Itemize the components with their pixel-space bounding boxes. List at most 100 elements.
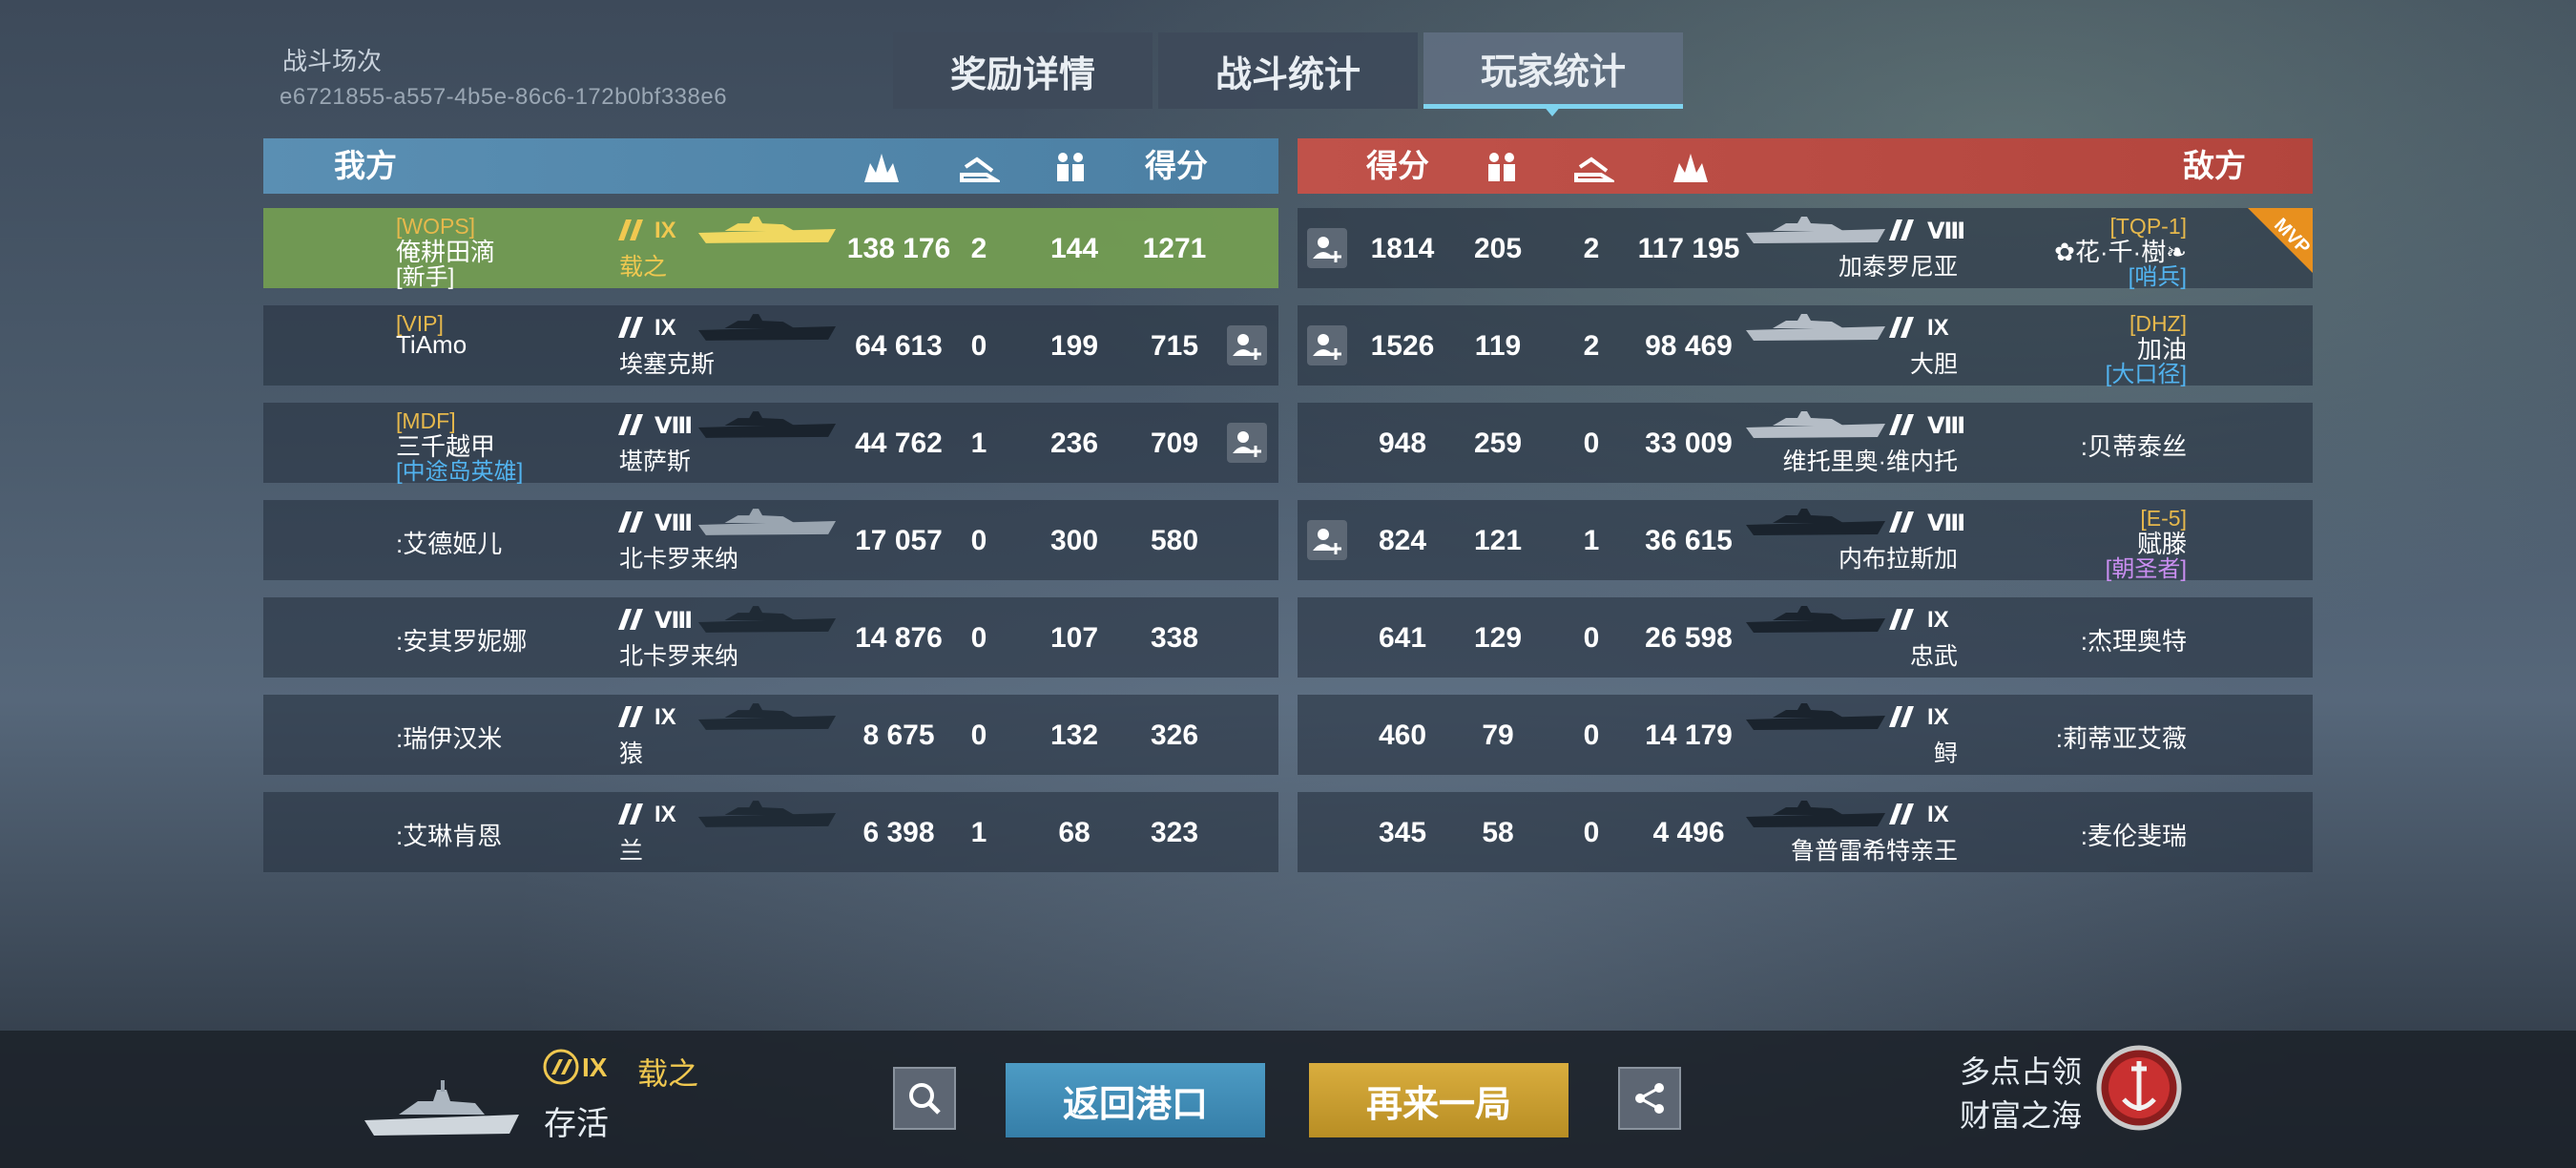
tab-player-stats[interactable]: 玩家统计 (1423, 32, 1683, 109)
ship-tier: IX (1927, 315, 1949, 341)
add-friend-icon (1307, 237, 1347, 272)
score-value: 948 (1378, 428, 1427, 459)
player-title: [中途岛英雄] (396, 459, 524, 485)
damage-icon (864, 154, 899, 182)
ship-silhouette (696, 408, 838, 446)
play-again-button[interactable]: 再来一局 (1309, 1063, 1568, 1137)
kills-value: 0 (1583, 720, 1600, 751)
add-friend-button[interactable] (1227, 325, 1267, 365)
our-team-header: 我方 得分 (263, 138, 1278, 194)
search-button[interactable] (893, 1067, 956, 1130)
player-title: [大口径] (2105, 362, 2187, 387)
player-name: :贝蒂泰丝 (2080, 432, 2187, 461)
ship-name: 大胆 (1909, 351, 1958, 378)
ship-class-icon (616, 702, 651, 736)
battle-label: 战斗场次 (282, 47, 383, 75)
tab-rewards[interactable]: 奖励详情 (893, 32, 1153, 109)
add-friend-icon (1227, 431, 1267, 467)
kills-value: 2 (970, 233, 987, 264)
ship-name: 埃塞克斯 (619, 351, 716, 378)
xp-value: 121 (1473, 525, 1523, 556)
damage-value: 6 398 (862, 817, 935, 848)
enemy-team-title: 敌方 (2183, 148, 2246, 183)
add-friend-icon (1307, 529, 1347, 564)
xp-value: 259 (1473, 428, 1523, 459)
score-value: 1526 (1370, 330, 1435, 362)
score-value: 1814 (1370, 233, 1435, 264)
damage-value: 4 496 (1652, 817, 1725, 848)
again-label: 再来一局 (1365, 1084, 1511, 1125)
damage-value: 8 675 (862, 720, 935, 751)
ship-class-icon (616, 508, 651, 541)
ship-name: 鲁普雷希特亲王 (1790, 838, 1958, 865)
ship-tier: IX (1927, 704, 1949, 730)
our-player-row[interactable]: [WOPS] 俺耕田滴 [新手] IX 载之 138 176 2 144 1271 (263, 208, 1278, 290)
ship-name: 堪萨斯 (619, 448, 692, 475)
add-friend-button[interactable] (1227, 423, 1267, 463)
ship-class-icon (616, 410, 651, 444)
enemy-player-row[interactable]: 1526 119 2 98 469 IX 大胆 [DHZ] 加油 [大口径] (1298, 305, 2313, 387)
score-value: 460 (1378, 720, 1427, 751)
xp-value: 236 (1049, 428, 1099, 459)
enemy-score-header: 得分 (1366, 148, 1429, 183)
player-ship-name: 载之 (637, 1056, 699, 1091)
our-player-row[interactable]: [VIP] TiAmo IX 埃塞克斯 64 613 0 199 715 (263, 305, 1278, 386)
kills-value: 0 (970, 622, 987, 654)
xp-value: 199 (1049, 330, 1099, 362)
tab-battle-stats[interactable]: 战斗统计 (1158, 32, 1418, 109)
player-name: :杰理奥特 (2080, 627, 2187, 656)
ship-class-icon (1887, 702, 1922, 736)
enemy-player-row[interactable]: 824 121 1 36 615 Ⅷ 内布拉斯加 [E-5] 赋滕 [朝圣者] (1298, 500, 2313, 582)
our-player-row[interactable]: :艾琳肯恩 IX 兰 6 398 1 68 323 (263, 792, 1278, 872)
ship-tier: IX (654, 218, 676, 243)
ship-silhouette (1744, 311, 1887, 348)
xp-value: 58 (1482, 817, 1514, 848)
enemy-player-row[interactable]: 1814 205 2 117 195 Ⅷ 加泰罗尼亚 [TQP-1] ✿花·千·樹… (1298, 208, 2313, 290)
enemy-player-row[interactable]: 641 129 0 26 598 IX 忠武 :杰理奥特 (1298, 597, 2313, 678)
enemy-player-row[interactable]: 345 58 0 4 496 IX 鲁普雷希特亲王 :麦伦斐瑞 (1298, 792, 2313, 872)
xp-value: 129 (1473, 622, 1523, 654)
our-score-header: 得分 (1145, 148, 1208, 183)
active-tab-caret (1543, 105, 1562, 116)
player-name: :艾德姬儿 (396, 530, 503, 558)
player-title: [哨兵] (2128, 264, 2187, 290)
return-to-port-button[interactable]: 返回港口 (1006, 1063, 1265, 1137)
ship-class-icon (1887, 800, 1922, 833)
score-value: 326 (1150, 720, 1199, 751)
score-value: 641 (1378, 622, 1427, 654)
our-player-row[interactable]: :安其罗妮娜 Ⅷ 北卡罗来纳 14 876 0 107 338 (263, 597, 1278, 678)
add-friend-button[interactable] (1307, 325, 1347, 365)
kills-value: 0 (1583, 622, 1600, 654)
add-friend-button[interactable] (1307, 520, 1347, 560)
ship-class-icon (616, 605, 651, 638)
kills-icon (1574, 156, 1614, 182)
mode-name: 多点占领 (1960, 1054, 2083, 1089)
damage-value: 98 469 (1645, 330, 1733, 362)
share-button[interactable] (1618, 1067, 1681, 1130)
damage-value: 117 195 (1637, 233, 1740, 264)
ship-silhouette (696, 603, 838, 640)
ship-silhouette (1744, 506, 1887, 543)
xp-value: 119 (1474, 330, 1522, 362)
ship-tier: IX (1927, 607, 1949, 633)
kills-value: 0 (1583, 428, 1600, 459)
ship-tier: Ⅷ (654, 511, 694, 536)
our-player-row[interactable]: :瑞伊汉米 IX 猿 8 675 0 132 326 (263, 695, 1278, 775)
ship-class-icon (1887, 313, 1922, 346)
ship-name: 猿 (619, 740, 644, 767)
our-player-row[interactable]: :艾德姬儿 Ⅷ 北卡罗来纳 17 057 0 300 580 (263, 500, 1278, 580)
ship-silhouette (1744, 408, 1887, 446)
add-friend-button[interactable] (1307, 228, 1347, 268)
damage-value: 26 598 (1645, 622, 1733, 654)
battle-id: e6721855-a557-4b5e-86c6-172b0bf338e6 (280, 84, 728, 110)
damage-value: 36 615 (1645, 525, 1733, 556)
map-name: 财富之海 (1960, 1098, 2083, 1133)
kills-value: 2 (1583, 233, 1600, 264)
kills-value: 2 (1583, 330, 1600, 362)
enemy-player-row[interactable]: 948 259 0 33 009 Ⅷ 维托里奥·维内托 :贝蒂泰丝 (1298, 403, 2313, 483)
class-badge-icon (543, 1049, 579, 1085)
enemy-player-row[interactable]: 460 79 0 14 179 IX 鲟 :莉蒂亚艾薇 (1298, 695, 2313, 775)
our-player-row[interactable]: [MDF] 三千越甲 [中途岛英雄] Ⅷ 堪萨斯 44 762 1 236 709 (263, 403, 1278, 485)
damage-value: 44 762 (855, 428, 943, 459)
kills-value: 1 (970, 817, 987, 848)
